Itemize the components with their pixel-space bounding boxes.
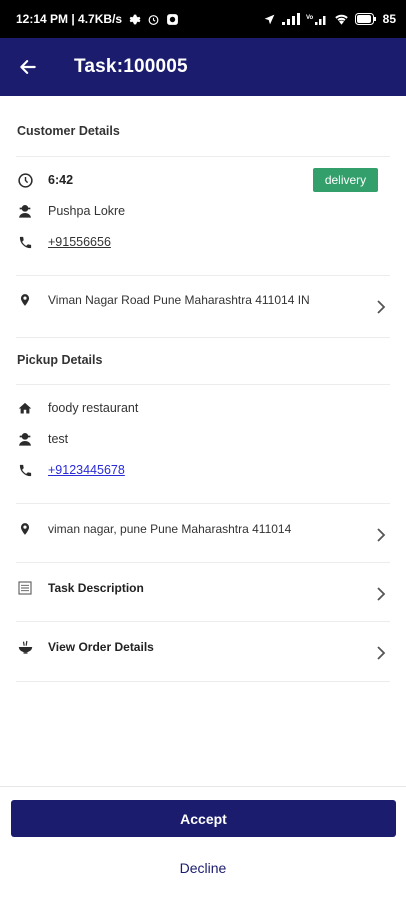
customer-name: Pushpa Lokre	[48, 204, 126, 218]
customer-address: Viman Nagar Road Pune Maharashtra 411014…	[48, 293, 310, 307]
document-icon	[16, 579, 34, 597]
pickup-address: viman nagar, pune Pune Maharashtra 41101…	[48, 522, 292, 536]
app-bar: Task:100005	[0, 38, 406, 96]
pickup-place-row: foody restaurant	[16, 399, 390, 417]
pickup-contact-row: test	[16, 430, 390, 448]
divider	[16, 337, 390, 338]
wifi-icon	[334, 13, 349, 25]
phone-icon	[16, 233, 34, 251]
customer-time: 6:42	[48, 173, 74, 187]
settings-icon	[128, 13, 141, 26]
alarm-icon	[147, 13, 160, 26]
task-description-row[interactable]: Task Description	[16, 579, 390, 597]
location-pin-icon	[16, 291, 34, 309]
pickup-address-row[interactable]: viman nagar, pune Pune Maharashtra 41101…	[16, 520, 390, 538]
home-icon	[16, 399, 34, 417]
location-arrow-icon	[263, 13, 276, 26]
pickup-place: foody restaurant	[48, 401, 139, 415]
status-left: 12:14 PM | 4.7KB/s	[16, 12, 179, 26]
customer-phone-link[interactable]: +91556656	[48, 235, 111, 249]
status-time-speed: 12:14 PM | 4.7KB/s	[16, 12, 123, 26]
back-button[interactable]	[8, 47, 48, 87]
divider	[16, 503, 390, 504]
divider	[16, 275, 390, 276]
battery-icon	[354, 13, 377, 25]
customer-name-row: Pushpa Lokre	[16, 202, 390, 220]
person-icon	[16, 202, 34, 220]
customer-address-row[interactable]: Viman Nagar Road Pune Maharashtra 411014…	[16, 291, 390, 309]
delivery-badge: delivery	[313, 168, 378, 192]
location-pin-icon	[16, 520, 34, 538]
svg-text:Vo: Vo	[306, 15, 314, 21]
pickup-contact: test	[48, 432, 69, 446]
divider	[16, 384, 390, 385]
divider	[16, 681, 390, 682]
customer-phone-row[interactable]: +91556656	[16, 233, 390, 251]
page-title: Task:100005	[74, 56, 188, 77]
status-right: Vo 85	[263, 12, 396, 26]
customer-section-title: Customer Details	[17, 124, 120, 138]
decline-button[interactable]: Decline	[0, 855, 406, 881]
pickup-phone-link[interactable]: +9123445678	[48, 463, 125, 477]
person-icon	[16, 430, 34, 448]
pickup-phone-row[interactable]: +9123445678	[16, 461, 390, 479]
divider	[16, 621, 390, 622]
signal-icon	[281, 13, 300, 25]
view-order-details-label: View Order Details	[48, 640, 154, 654]
chevron-right-icon	[374, 646, 388, 660]
app-notification-icon	[166, 13, 179, 26]
battery-level: 85	[382, 12, 396, 26]
chevron-right-icon	[374, 587, 388, 601]
divider	[16, 156, 390, 157]
view-order-details-row[interactable]: View Order Details	[16, 638, 390, 656]
vowifi-signal-icon: Vo	[306, 13, 328, 25]
accept-button[interactable]: Accept	[11, 800, 396, 837]
chevron-right-icon	[374, 300, 388, 314]
status-bar: 12:14 PM | 4.7KB/s Vo 85	[0, 0, 406, 38]
food-bowl-icon	[16, 638, 34, 656]
pickup-section-title: Pickup Details	[17, 353, 103, 367]
divider	[16, 562, 390, 563]
phone-icon	[16, 461, 34, 479]
clock-icon	[16, 171, 34, 189]
task-description-label: Task Description	[48, 581, 144, 595]
arrow-left-icon	[20, 60, 36, 74]
chevron-right-icon	[374, 528, 388, 542]
